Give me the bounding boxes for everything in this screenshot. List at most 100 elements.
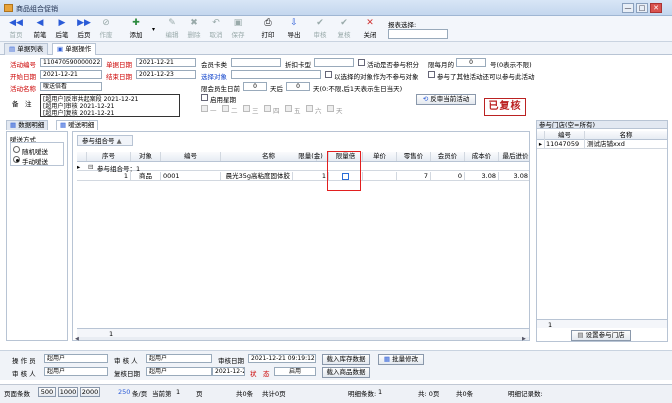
audit-label: 审核 <box>313 31 327 39</box>
weekday-wed-checkbox[interactable] <box>243 105 250 112</box>
col-member[interactable]: 会员价 <box>431 152 465 161</box>
weekday-thu-checkbox[interactable] <box>264 105 271 112</box>
scroll-right-icon[interactable]: ▶ <box>522 336 526 342</box>
status-bar: 页面条数 500 1000 2000 250 条/页 当前第 1 页 共0条 共… <box>0 384 672 403</box>
state-field[interactable]: 启用 <box>274 367 316 376</box>
close-form-button[interactable]: ✕ 关闭 <box>356 18 384 39</box>
add-dropdown-icon[interactable]: ▾ <box>152 26 155 33</box>
store-col-name[interactable]: 名称 <box>585 131 667 140</box>
before-days-field[interactable]: 0 <box>243 82 267 91</box>
print-button[interactable]: ⎙ 打印 <box>254 18 282 39</box>
week-checkbox[interactable] <box>201 94 208 101</box>
group-row[interactable]: ▸ ⊟ 参与组合号：1 <box>77 162 529 173</box>
scroll-left-icon[interactable]: ◀ <box>75 336 79 342</box>
per-page-value: 250 <box>118 388 131 396</box>
review-label: 复核 <box>337 31 351 39</box>
weekday-mon-checkbox[interactable] <box>201 105 208 112</box>
bill-date-label: 单据日期 <box>106 61 132 69</box>
start-date-field[interactable]: 2021-12-21 <box>40 70 102 79</box>
reviewer-field[interactable]: 超用户 <box>146 367 212 376</box>
group-tab[interactable]: 参与组合号 ▲ <box>77 135 133 146</box>
select-object-label[interactable]: 选择对象 <box>201 71 227 81</box>
weekday-fri-checkbox[interactable] <box>285 105 292 112</box>
weekday-tue-checkbox[interactable] <box>222 105 229 112</box>
col-object[interactable]: 对象 <box>131 152 161 161</box>
exclude-checkbox[interactable] <box>325 71 332 78</box>
col-limit[interactable]: 限量(金) <box>293 152 329 161</box>
review-date-field[interactable]: 2021-12-21 09:19:16 <box>212 367 245 376</box>
random-gift-radio[interactable] <box>13 146 20 153</box>
report-select-input[interactable] <box>388 29 448 39</box>
save-button[interactable]: ▣ 保存 <box>224 18 252 39</box>
weekday-sat-checkbox[interactable] <box>306 105 313 112</box>
bill-date-field[interactable]: 2021-12-21 <box>136 58 196 67</box>
join-points-checkbox[interactable] <box>358 59 365 66</box>
col-retail[interactable]: 零售价 <box>397 152 431 161</box>
gift-detail-grid: 参与组合号 ▲ 序号 对象 编号 名称 限量(金) 限量倍 单价 零售价 会员价… <box>72 131 530 341</box>
tab-bill-list[interactable]: ▤ 单据列表 <box>4 43 49 55</box>
cell-code: 0001 <box>161 172 221 181</box>
card-type-field[interactable] <box>231 58 281 67</box>
load-stock-button[interactable]: 载入库存数据 <box>322 354 370 365</box>
weekday-sun-checkbox[interactable] <box>327 105 334 112</box>
detail-count-value: 1 <box>378 388 383 396</box>
table-row[interactable]: 1 商品 0001 晨光35g高粘度固体胶 1 7 0 3.08 3.08 <box>77 172 529 181</box>
add-button[interactable]: ✚ 添加 <box>122 18 150 39</box>
other-activity-label: 参与了其他活动还可以参与此活动 <box>437 73 535 81</box>
reverse-audit-button[interactable]: ⟲ 反审当前活动 <box>416 94 476 105</box>
maximize-button[interactable]: □ <box>636 3 648 13</box>
discount-card-field[interactable] <box>314 58 354 67</box>
manual-gift-radio[interactable] <box>13 156 20 163</box>
set-stores-button[interactable]: ▤ 设置参与门店 <box>571 330 631 341</box>
activity-name-label: 活动名称 <box>10 85 36 93</box>
remark-label: 备 注 <box>12 100 32 108</box>
batch-edit-button[interactable]: ▦ 批量修改 <box>378 354 424 365</box>
load-goods-button[interactable]: 载入商品数据 <box>322 367 370 378</box>
close-button[interactable]: ✕ <box>650 3 662 13</box>
save-icon: ▣ <box>233 18 243 28</box>
close-form-label: 关闭 <box>363 31 377 39</box>
select-object-field[interactable] <box>231 70 321 79</box>
page-size-500[interactable]: 500 <box>38 387 56 397</box>
void-button[interactable]: ⊘ 作废 <box>92 18 120 39</box>
col-price[interactable]: 单价 <box>363 152 397 161</box>
toolbar: ◀◀ 首页 ◀ 前笔 ▶ 后笔 ▶▶ 后页 ⊘ 作废 ✚ 添加 ▾ ✎ 编辑 ✖ 删除 ↶ 取消 … <box>0 16 672 42</box>
auditor-field[interactable]: 超用户 <box>44 367 108 376</box>
auditor-name-field[interactable]: 超用户 <box>146 354 212 363</box>
tab-data-detail[interactable]: ▦ 数据明细 <box>6 120 49 130</box>
export-button[interactable]: ⇩ 导出 <box>280 18 308 39</box>
gift-mode-group: 随机嗳送 手动嗳送 <box>10 142 64 166</box>
minimize-button[interactable]: — <box>622 3 634 13</box>
store-col-code[interactable]: 编号 <box>545 131 585 140</box>
cell-name: 晨光35g高粘度固体胶 <box>221 172 293 181</box>
audit-date-field[interactable]: 2021-12-21 09:19:12 <box>248 354 316 363</box>
edit-label: 编辑 <box>165 31 179 39</box>
sum-total: 共0条 <box>456 390 474 398</box>
tab-gift-detail[interactable]: ▦ 嗳送明细 <box>56 120 99 130</box>
remark-field[interactable]: [超用户]反审共起案段 2021-12-21 [超用户]审核 2021-12-2… <box>40 94 180 117</box>
store-row[interactable]: ▸ 11047059 测试店铺xxd <box>537 140 667 149</box>
monthly-limit-field[interactable]: 0 <box>456 58 486 67</box>
gift-mode-panel: 嗳送方式 随机嗳送 手动嗳送 <box>6 131 68 341</box>
horizontal-scrollbar[interactable] <box>77 337 529 340</box>
activity-no-field[interactable]: 110470590000022 <box>40 58 102 67</box>
other-activity-checkbox[interactable] <box>428 71 435 78</box>
page-size-1000[interactable]: 1000 <box>58 387 78 397</box>
review-button[interactable]: ✔ 复核 <box>330 18 358 39</box>
weekday-fri-label: 五 <box>294 107 301 115</box>
after-days-field[interactable]: 0 <box>286 82 310 91</box>
col-seq[interactable]: 序号 <box>87 152 131 161</box>
operator-field[interactable]: 超用户 <box>44 354 108 363</box>
col-code[interactable]: 编号 <box>161 152 221 161</box>
activity-no-label: 活动编号 <box>10 61 36 69</box>
tab-bill-operate[interactable]: ▣ 单据操作 <box>52 43 97 55</box>
activity-name-field[interactable]: 嗳送倍看 <box>40 82 102 91</box>
total-pages: 共计0页 <box>262 390 286 398</box>
end-date-field[interactable]: 2021-12-23 <box>136 70 196 79</box>
week-label: 启用星期 <box>210 96 236 104</box>
delete-label: 删除 <box>187 31 201 39</box>
title-bar: 商品组合促销 — □ ✕ <box>0 0 672 16</box>
page-size-2000[interactable]: 2000 <box>80 387 100 397</box>
col-cost[interactable]: 成本价 <box>465 152 499 161</box>
col-last-price[interactable]: 最后进价 <box>499 152 529 161</box>
